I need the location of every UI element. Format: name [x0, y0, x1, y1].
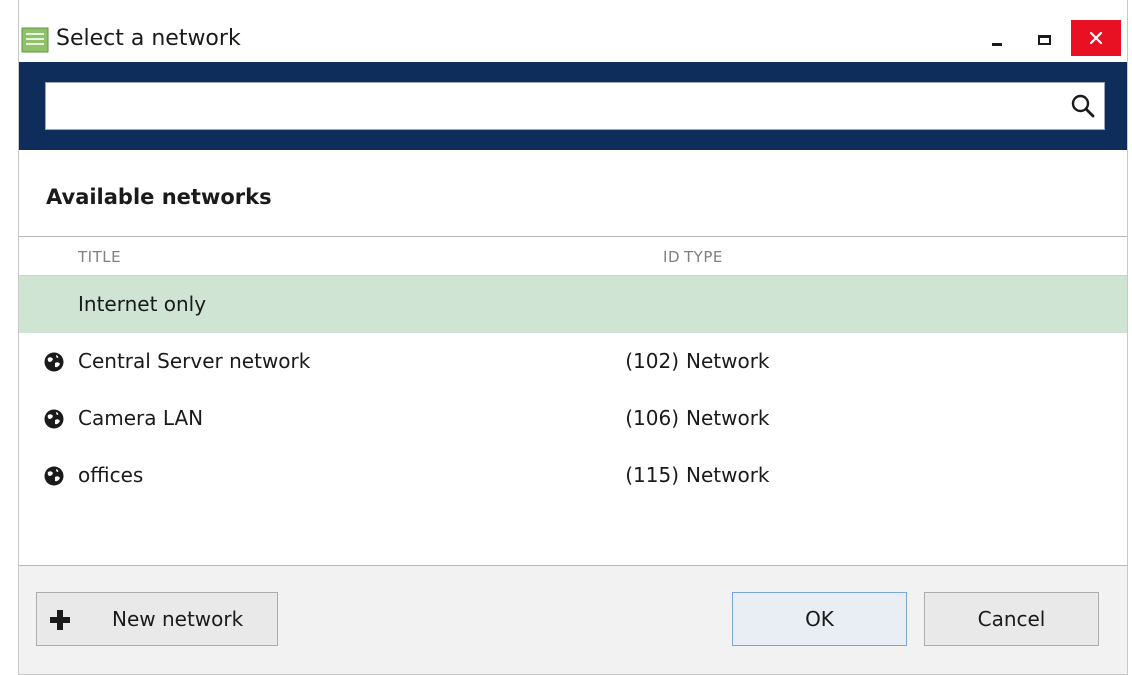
table-row[interactable]: Internet only [19, 276, 1127, 333]
ok-button[interactable]: OK [732, 592, 907, 646]
globe-icon [44, 352, 64, 372]
row-title: Internet only [78, 292, 207, 316]
row-id: (102) [625, 349, 679, 373]
plus-icon [50, 610, 70, 630]
table-row[interactable]: offices (115) Network [19, 447, 1127, 504]
close-button[interactable] [1071, 20, 1121, 56]
row-title: Camera LAN [78, 406, 204, 430]
column-header-type[interactable]: TYPE [684, 246, 723, 268]
column-header-id[interactable]: ID [646, 246, 680, 268]
table-row[interactable]: Camera LAN (106) Network [19, 390, 1127, 447]
search-box[interactable] [45, 82, 1105, 131]
row-title: offices [78, 463, 144, 487]
new-network-button[interactable]: New network [36, 592, 278, 646]
search-band [19, 62, 1127, 150]
row-title: Central Server network [78, 349, 311, 373]
globe-icon [44, 409, 64, 429]
minimize-icon [992, 43, 1002, 46]
close-icon [1089, 31, 1103, 45]
search-icon[interactable] [1070, 93, 1096, 119]
column-header-title[interactable]: TITLE [78, 246, 121, 268]
title-bar[interactable]: Select a network [19, 0, 1127, 70]
select-network-dialog: Select a network Available networks TITL… [18, 0, 1128, 675]
maximize-icon [1038, 35, 1051, 45]
row-id: (115) [625, 463, 679, 487]
table-row[interactable]: Central Server network (102) Network [19, 333, 1127, 390]
new-network-label: New network [112, 607, 244, 631]
dialog-footer: New network OK Cancel [19, 566, 1127, 674]
row-type: Network [686, 463, 770, 487]
row-type: Network [686, 406, 770, 430]
app-icon [21, 27, 49, 53]
section-title: Available networks [46, 185, 272, 209]
window-title: Select a network [56, 26, 241, 51]
cancel-button[interactable]: Cancel [924, 592, 1099, 646]
globe-icon [44, 466, 64, 486]
row-id: (106) [625, 406, 679, 430]
maximize-button[interactable] [1021, 18, 1069, 62]
search-input[interactable] [54, 83, 1058, 131]
divider [19, 236, 1127, 237]
row-type: Network [686, 349, 770, 373]
minimize-button[interactable] [974, 18, 1022, 62]
